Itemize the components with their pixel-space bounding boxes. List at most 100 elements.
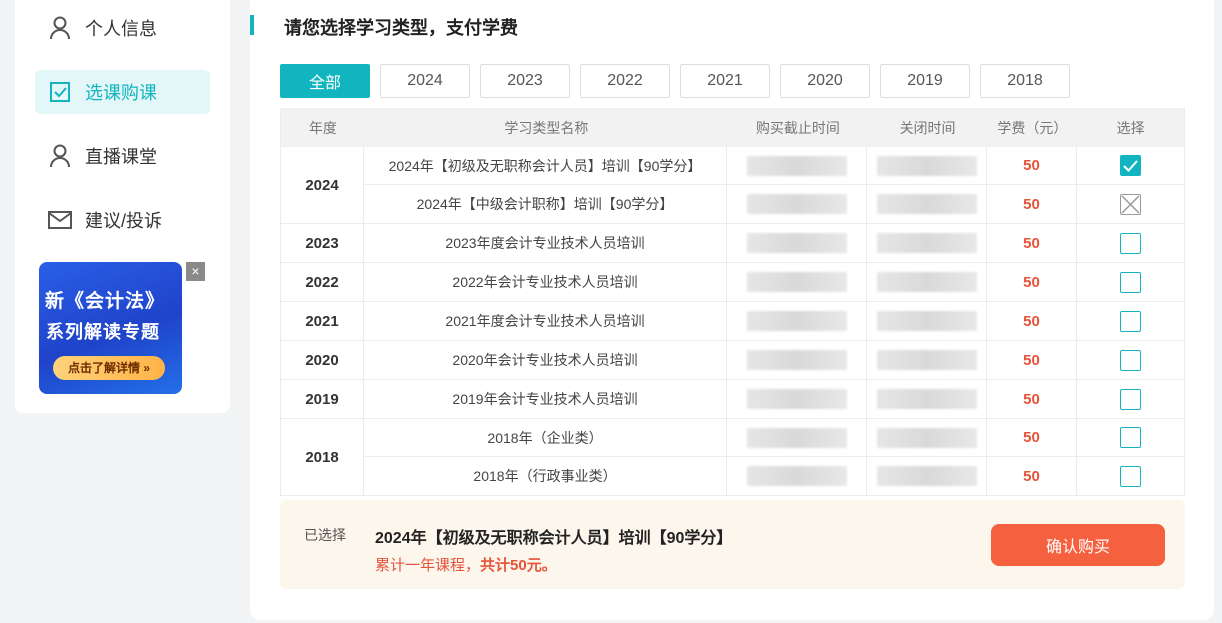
table-row: 2018年（行政事业类） 50	[364, 457, 1184, 495]
course-checkbox[interactable]	[1120, 388, 1141, 410]
summary-total: 累计一年课程，共计50元。	[375, 554, 557, 575]
year-filter-tabs: 全部 2024 2023 2022 2021 2020 2019 2018	[280, 64, 1080, 98]
course-checkbox[interactable]	[1120, 271, 1141, 293]
close-time-redacted	[867, 341, 987, 379]
deadline-redacted	[727, 224, 867, 262]
select-cell	[1077, 263, 1184, 301]
sidebar-item-live[interactable]: 直播课堂	[35, 134, 210, 178]
summary-total-prefix: 累计一年课程，	[375, 557, 481, 574]
course-fee: 50	[987, 341, 1077, 379]
course-checkbox[interactable]	[1120, 349, 1141, 371]
select-cell	[1077, 147, 1184, 184]
summary-course: 2024年【初级及无职称会计人员】培训【90学分】	[375, 530, 733, 547]
close-time-redacted	[867, 263, 987, 301]
table-body: 2024 2024年【初级及无职称会计人员】培训【90学分】 50 2024年【中级会…	[281, 147, 1184, 496]
deadline-redacted	[727, 457, 867, 495]
year-group: 2022 2022年会计专业技术人员培训 50	[281, 263, 1184, 302]
course-fee: 50	[987, 419, 1077, 456]
deadline-redacted	[727, 380, 867, 418]
close-time-redacted	[867, 380, 987, 418]
year-group: 2023 2023年度会计专业技术人员培训 50	[281, 224, 1184, 263]
year-cell: 2020	[281, 341, 364, 379]
sidebar-item-label: 个人信息	[85, 19, 157, 39]
year-cell: 2024	[281, 147, 364, 223]
header-name: 学习类型名称	[504, 119, 589, 136]
course-name: 2018年（企业类）	[364, 419, 727, 456]
deadline-redacted	[727, 302, 867, 340]
tab-all[interactable]: 全部	[280, 64, 370, 98]
deadline-redacted	[727, 263, 867, 301]
checkbox-icon	[47, 79, 73, 105]
course-checkbox[interactable]	[1120, 310, 1141, 332]
year-group: 2019 2019年会计专业技术人员培训 50	[281, 380, 1184, 419]
select-cell	[1077, 457, 1184, 495]
sidebar-item-label: 选课购课	[85, 83, 157, 103]
tab-2020[interactable]: 2020	[780, 64, 870, 98]
table-row: 2022年会计专业技术人员培训 50	[364, 263, 1184, 301]
sidebar: 个人信息 选课购课 直播课堂 建议/投诉 新《会计法》 系列解读专题 点击了解详…	[15, 0, 230, 413]
sidebar-item-course-select[interactable]: 选课购课	[35, 70, 210, 114]
year-cell: 2022	[281, 263, 364, 301]
table-header: 年度 学习类型名称 购买截止时间 关闭时间 学费（元） 选择	[281, 108, 1184, 147]
header-fee: 学费（元）	[997, 119, 1068, 136]
select-cell	[1077, 224, 1184, 262]
tab-2024[interactable]: 2024	[380, 64, 470, 98]
year-cell: 2023	[281, 224, 364, 262]
deadline-redacted	[727, 185, 867, 223]
course-name: 2018年（行政事业类）	[364, 457, 727, 495]
select-cell	[1077, 341, 1184, 379]
deadline-redacted	[727, 419, 867, 457]
banner-details-button[interactable]: 点击了解详情 »	[53, 356, 165, 380]
banner-line2: 系列解读专题	[46, 322, 160, 342]
course-name: 2022年会计专业技术人员培训	[364, 263, 727, 301]
select-cell	[1077, 185, 1184, 223]
tab-2019[interactable]: 2019	[880, 64, 970, 98]
close-time-redacted	[867, 457, 987, 495]
title-accent-bar	[250, 15, 254, 35]
course-name: 2023年度会计专业技术人员培训	[364, 224, 727, 262]
select-cell	[1077, 302, 1184, 340]
close-time-redacted	[867, 147, 987, 185]
banner-line1: 新《会计法》	[45, 291, 166, 312]
tab-2023[interactable]: 2023	[480, 64, 570, 98]
year-group: 2020 2020年会计专业技术人员培训 50	[281, 341, 1184, 380]
course-checkbox[interactable]	[1120, 427, 1141, 448]
deadline-redacted	[727, 341, 867, 379]
banner-close-icon[interactable]: ×	[186, 262, 205, 281]
year-group: 2024 2024年【初级及无职称会计人员】培训【90学分】 50 2024年【中级会…	[281, 147, 1184, 224]
table-row: 2018年（企业类） 50	[364, 419, 1184, 457]
close-time-redacted	[867, 224, 987, 262]
select-cell	[1077, 380, 1184, 418]
close-time-redacted	[867, 419, 987, 457]
course-name: 2021年度会计专业技术人员培训	[364, 302, 727, 340]
header-close-time: 关闭时间	[899, 119, 956, 136]
tab-2021[interactable]: 2021	[680, 64, 770, 98]
user-icon	[47, 143, 73, 169]
main-panel: 请您选择学习类型，支付学费 全部 2024 2023 2022 2021 202…	[250, 0, 1214, 620]
table-row: 2019年会计专业技术人员培训 50	[364, 380, 1184, 418]
tab-2022[interactable]: 2022	[580, 64, 670, 98]
sidebar-item-feedback[interactable]: 建议/投诉	[35, 198, 210, 242]
course-checkbox[interactable]	[1120, 155, 1141, 176]
confirm-purchase-button[interactable]: 确认购买	[991, 524, 1165, 566]
course-name: 2020年会计专业技术人员培训	[364, 341, 727, 379]
header-year: 年度	[308, 119, 337, 136]
course-checkbox[interactable]	[1120, 465, 1141, 487]
course-name: 2019年会计专业技术人员培训	[364, 380, 727, 418]
table-row: 2020年会计专业技术人员培训 50	[364, 341, 1184, 379]
course-fee: 50	[987, 302, 1077, 340]
sidebar-item-profile[interactable]: 个人信息	[35, 6, 210, 50]
course-name: 2024年【中级会计职称】培训【90学分】	[364, 185, 727, 223]
course-name: 2024年【初级及无职称会计人员】培训【90学分】	[364, 147, 727, 184]
course-checkbox[interactable]	[1120, 232, 1141, 254]
summary-label: 已选择	[304, 527, 346, 543]
year-cell: 2019	[281, 380, 364, 418]
table-row: 2024年【中级会计职称】培训【90学分】 50	[364, 185, 1184, 223]
user-icon	[47, 15, 73, 41]
sidebar-item-label: 直播课堂	[85, 147, 157, 167]
course-fee: 50	[987, 457, 1077, 495]
tab-2018[interactable]: 2018	[980, 64, 1070, 98]
sidebar-item-label: 建议/投诉	[85, 211, 163, 231]
selection-summary: 已选择 2024年【初级及无职称会计人员】培训【90学分】 累计一年课程，共计5…	[280, 500, 1185, 589]
promo-banner[interactable]: 新《会计法》 系列解读专题 点击了解详情 »	[39, 262, 182, 394]
